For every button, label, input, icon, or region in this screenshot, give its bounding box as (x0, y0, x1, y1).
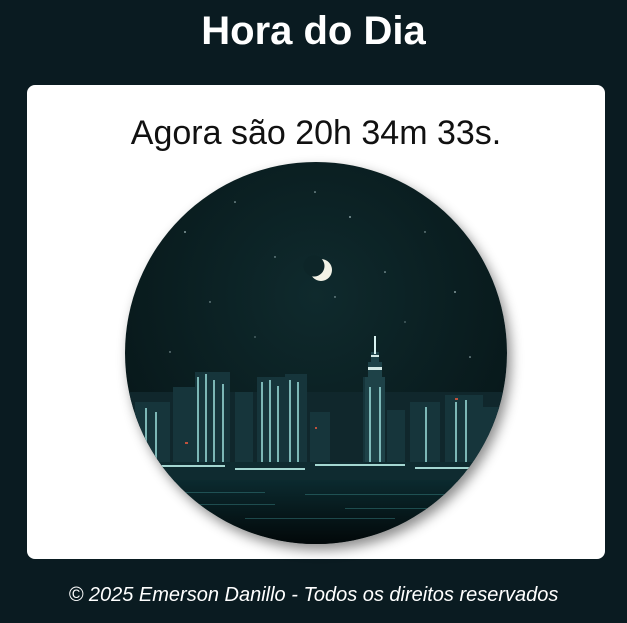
night-city-skyline-icon (125, 162, 507, 544)
time-of-day-image (125, 162, 507, 544)
current-time-text: Agora são 20h 34m 33s. (130, 114, 502, 152)
footer-copyright: © 2025 Emerson Danillo - Todos os direit… (68, 584, 559, 606)
time-card: Agora são 20h 34m 33s. (27, 85, 605, 559)
page-title: Hora do Dia (201, 9, 426, 53)
